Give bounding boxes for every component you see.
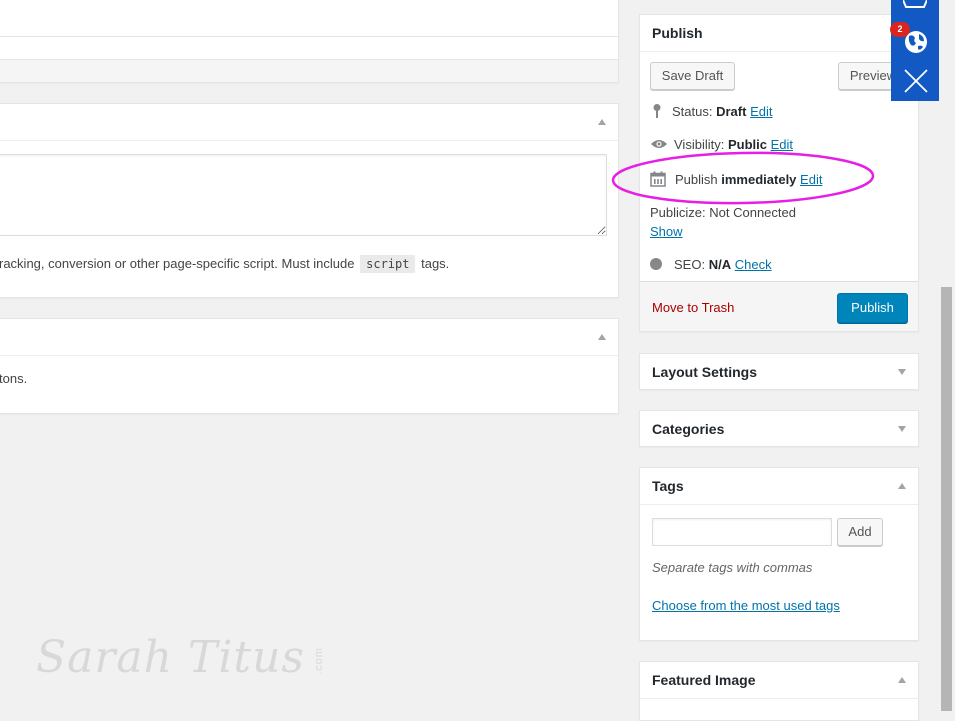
- featured-image-header[interactable]: Featured Image: [640, 662, 918, 699]
- annotation-ellipse: [611, 151, 875, 205]
- custom-script-box: racking, conversion or other page-specif…: [0, 103, 619, 298]
- custom-script-header[interactable]: [0, 104, 618, 141]
- seo-status-dot-icon: [650, 258, 662, 270]
- seo-row: SEO: N/A Check: [650, 257, 772, 272]
- close-icon[interactable]: [904, 69, 928, 93]
- tags-hint: Separate tags with commas: [652, 560, 813, 575]
- choose-most-used-tags-link[interactable]: Choose from the most used tags: [652, 598, 840, 613]
- script-code: script: [360, 255, 416, 273]
- collapse-arrow-icon[interactable]: [898, 483, 906, 489]
- editor-box-top-divider: [0, 36, 618, 37]
- editor-box-third-text: tons.: [0, 371, 28, 386]
- collapse-arrow-icon[interactable]: [898, 677, 906, 683]
- publicize-show-link[interactable]: Show: [650, 224, 683, 239]
- custom-script-textarea[interactable]: [0, 154, 607, 236]
- basket-icon[interactable]: [903, 0, 927, 8]
- collapse-arrow-icon[interactable]: [598, 334, 606, 340]
- status-edit-link[interactable]: Edit: [750, 104, 772, 119]
- status-row: Status: Draft Edit: [650, 103, 772, 119]
- scrollbar-thumb[interactable]: [941, 287, 952, 711]
- layout-settings-box[interactable]: Layout Settings: [639, 353, 919, 390]
- watermark: Sarah Titus .com: [36, 632, 325, 683]
- expand-arrow-icon[interactable]: [898, 369, 906, 375]
- publish-header[interactable]: Publish: [640, 15, 918, 52]
- move-to-trash-link[interactable]: Move to Trash: [652, 300, 734, 315]
- floating-toolbar: 2: [890, 0, 939, 101]
- publish-button[interactable]: Publish: [837, 293, 908, 323]
- featured-image-box: Featured Image: [639, 661, 919, 721]
- tags-title: Tags: [652, 478, 684, 494]
- pin-icon: [653, 104, 661, 118]
- collapse-arrow-icon[interactable]: [598, 119, 606, 125]
- publish-actions: Move to Trash Publish: [640, 281, 918, 331]
- layout-settings-title: Layout Settings: [652, 364, 758, 380]
- scrollbar-track[interactable]: [939, 0, 955, 711]
- expand-arrow-icon[interactable]: [898, 426, 906, 432]
- categories-box[interactable]: Categories: [639, 410, 919, 447]
- custom-script-help: racking, conversion or other page-specif…: [0, 255, 450, 273]
- editor-box-top-footer: [0, 59, 618, 82]
- editor-box-top: [0, 0, 619, 83]
- editor-box-third-header[interactable]: [0, 319, 618, 356]
- tags-header[interactable]: Tags: [640, 468, 918, 505]
- publish-title: Publish: [652, 25, 703, 41]
- featured-image-title: Featured Image: [652, 672, 756, 688]
- categories-title: Categories: [652, 421, 725, 437]
- save-draft-button[interactable]: Save Draft: [650, 62, 735, 90]
- tags-box: Tags Add Separate tags with commas Choos…: [639, 467, 919, 641]
- tag-input[interactable]: [652, 518, 832, 546]
- notification-badge: 2: [890, 22, 910, 37]
- seo-check-link[interactable]: Check: [735, 257, 772, 272]
- editor-box-third: tons.: [0, 318, 619, 414]
- add-tag-button[interactable]: Add: [837, 518, 883, 546]
